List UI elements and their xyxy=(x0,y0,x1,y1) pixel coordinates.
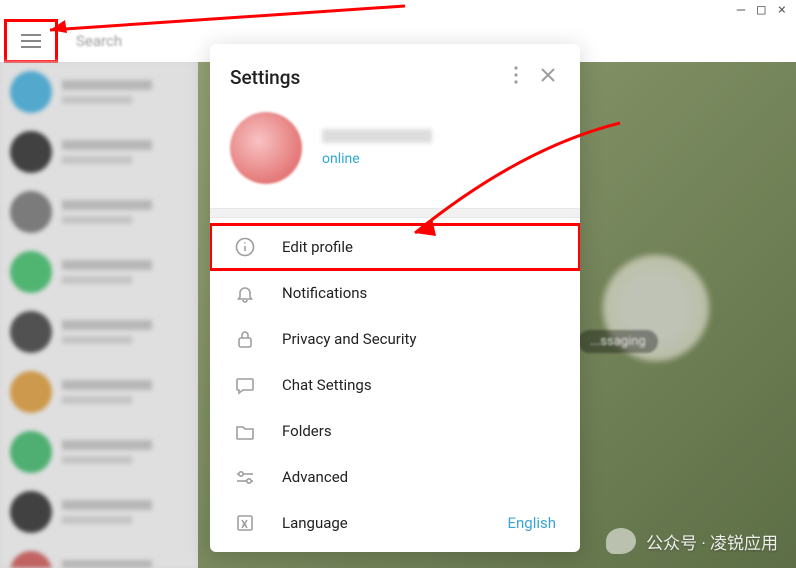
more-options-button[interactable] xyxy=(510,62,522,92)
background-decoration xyxy=(556,208,756,408)
chat-avatar xyxy=(10,131,52,173)
chat-avatar xyxy=(10,191,52,233)
menu-item-notifications[interactable]: Notifications xyxy=(210,270,580,316)
chat-meta xyxy=(62,260,188,284)
menu-value: English xyxy=(507,514,556,532)
profile-status: online xyxy=(322,151,432,167)
chat-list-item[interactable] xyxy=(0,122,198,182)
chat-meta xyxy=(62,500,188,524)
menu-item-folders[interactable]: Folders xyxy=(210,408,580,454)
info-icon xyxy=(234,236,256,258)
maximize-button[interactable]: □ xyxy=(757,2,765,18)
profile-section[interactable]: online xyxy=(210,102,580,208)
chat-avatar xyxy=(10,371,52,413)
chat-list-sidebar xyxy=(0,62,198,568)
menu-item-language[interactable]: Language English xyxy=(210,500,580,546)
menu-label: Privacy and Security xyxy=(282,330,556,348)
menu-label: Folders xyxy=(282,422,556,440)
menu-label: Edit profile xyxy=(282,238,556,256)
hamburger-menu-button[interactable] xyxy=(17,30,45,52)
chat-icon xyxy=(234,374,256,396)
background-badge: ...ssaging xyxy=(578,330,658,353)
dialog-header: Settings xyxy=(210,44,580,102)
profile-avatar xyxy=(230,112,302,184)
menu-label: Chat Settings xyxy=(282,376,556,394)
close-window-button[interactable]: × xyxy=(778,2,786,18)
kebab-icon xyxy=(514,66,518,84)
chat-list-item[interactable] xyxy=(0,482,198,542)
menu-item-advanced[interactable]: Advanced xyxy=(210,454,580,500)
menu-item-chat-settings[interactable]: Chat Settings xyxy=(210,362,580,408)
chat-avatar xyxy=(10,491,52,533)
chat-list-item[interactable] xyxy=(0,302,198,362)
search-input[interactable]: Search xyxy=(76,32,122,50)
chat-meta xyxy=(62,320,188,344)
close-icon xyxy=(540,67,556,83)
chat-meta xyxy=(62,200,188,224)
menu-label: Language xyxy=(282,514,481,532)
chat-meta xyxy=(62,140,188,164)
chat-avatar xyxy=(10,551,52,568)
menu-label: Notifications xyxy=(282,284,556,302)
chat-list-item[interactable] xyxy=(0,422,198,482)
sliders-icon xyxy=(234,466,256,488)
watermark: 公众号 · 凌锐应用 xyxy=(606,528,778,554)
chat-meta xyxy=(62,380,188,404)
chat-meta xyxy=(62,80,188,104)
chat-avatar xyxy=(10,431,52,473)
hamburger-highlight xyxy=(4,19,58,63)
bell-icon xyxy=(234,282,256,304)
chat-avatar xyxy=(10,251,52,293)
chat-list-item[interactable] xyxy=(0,542,198,568)
chat-avatar xyxy=(10,71,52,113)
settings-menu: Edit profile Notifications Privacy and S… xyxy=(210,218,580,552)
folder-icon xyxy=(234,420,256,442)
chat-list-item[interactable] xyxy=(0,182,198,242)
lang-icon xyxy=(234,512,256,534)
chat-avatar xyxy=(10,311,52,353)
menu-item-edit-profile[interactable]: Edit profile xyxy=(210,224,580,270)
chat-list-item[interactable] xyxy=(0,62,198,122)
chat-list-item[interactable] xyxy=(0,242,198,302)
settings-dialog: Settings online Edit profile Notificatio… xyxy=(210,44,580,552)
menu-item-privacy[interactable]: Privacy and Security xyxy=(210,316,580,362)
chat-meta xyxy=(62,560,188,568)
profile-name-redacted xyxy=(322,129,432,143)
lock-icon xyxy=(234,328,256,350)
chat-meta xyxy=(62,440,188,464)
wechat-icon xyxy=(606,528,636,554)
section-divider xyxy=(210,208,580,218)
watermark-text: 公众号 · 凌锐应用 xyxy=(646,529,778,554)
chat-list-item[interactable] xyxy=(0,362,198,422)
window-titlebar: — □ × xyxy=(0,0,796,20)
minimize-button[interactable]: — xyxy=(737,2,745,18)
menu-label: Advanced xyxy=(282,468,556,486)
dialog-title: Settings xyxy=(230,66,496,89)
close-dialog-button[interactable] xyxy=(536,63,560,91)
